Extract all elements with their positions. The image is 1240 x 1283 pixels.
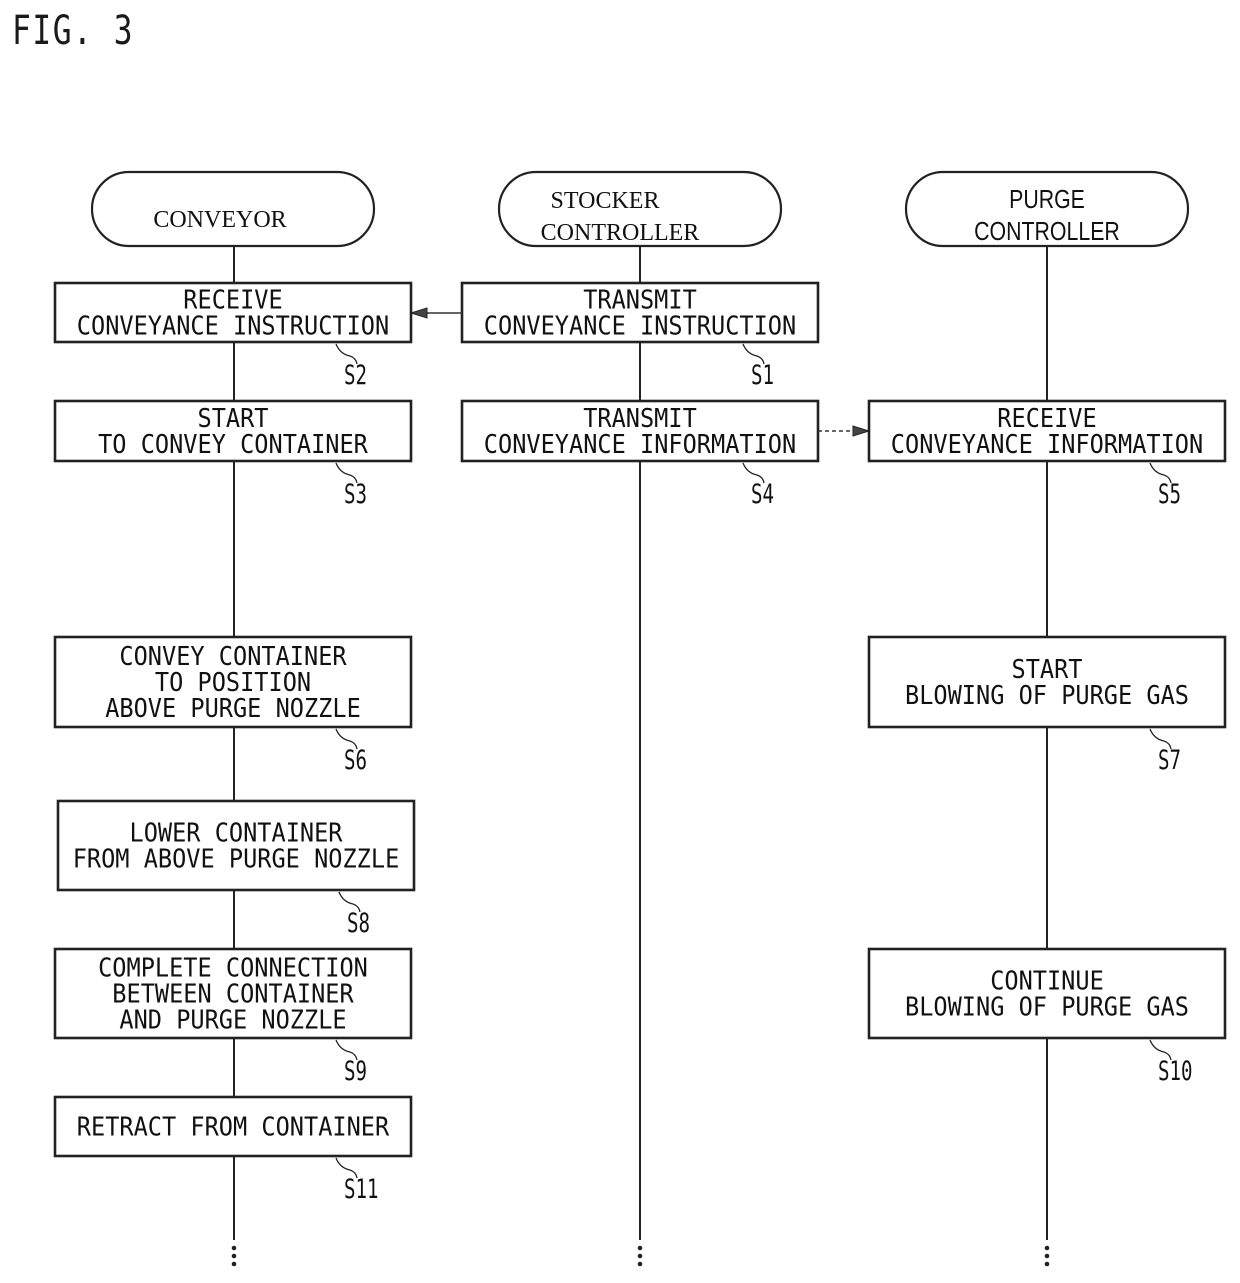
step-text: CONVEYANCE INFORMATION [891, 430, 1203, 460]
step-number-label: S10 [1158, 1056, 1193, 1087]
continuation-dot [231, 1253, 237, 1259]
step-text: AND PURGE NOZZLE [119, 1006, 346, 1036]
lane-label: CONTROLLER [974, 217, 1120, 247]
step-number-label: S11 [344, 1174, 379, 1205]
continuation-dot [231, 1245, 237, 1251]
lane-label: CONVEYOR [153, 207, 286, 233]
message-arrow-s4-s5 [818, 425, 871, 437]
step-number-label: S7 [1158, 745, 1181, 776]
lane-label: CONTROLLER [541, 220, 700, 246]
step-text: RETRACT FROM CONTAINER [77, 1113, 390, 1143]
message-arrow-s1-s2 [409, 307, 462, 319]
step-text: FROM ABOVE PURGE NOZZLE [73, 845, 400, 875]
continuation-dot [231, 1261, 237, 1267]
continuation-dot [637, 1253, 643, 1259]
lane-header-conveyor: CONVEYOR [90, 170, 376, 248]
step-number-label: S4 [751, 479, 774, 510]
step-text: CONVEYANCE INFORMATION [484, 430, 796, 460]
step-number-label: S3 [344, 479, 367, 510]
arrowhead-icon [852, 425, 871, 437]
continuation-dot [1044, 1253, 1050, 1259]
step-number-label: S9 [344, 1056, 367, 1087]
step-number-label: S6 [344, 745, 367, 776]
step-text: TO CONVEY CONTAINER [98, 430, 368, 460]
continuation-dot [1044, 1261, 1050, 1267]
step-number-label: S8 [347, 908, 370, 939]
step-text: ABOVE PURGE NOZZLE [105, 694, 361, 724]
lane-label: PURGE [1009, 185, 1085, 215]
step-text: CONVEYANCE INSTRUCTION [77, 312, 389, 342]
lane-label: STOCKER [551, 188, 660, 214]
step-number-label: S5 [1158, 479, 1181, 510]
sequence-diagram: CONVEYORSTOCKERCONTROLLERPURGECONTROLLER… [53, 170, 1227, 1267]
arrowhead-icon [409, 307, 428, 319]
step-number-label: S1 [751, 360, 774, 391]
lane-header-purge: PURGECONTROLLER [904, 170, 1190, 248]
step-text: BLOWING OF PURGE GAS [905, 993, 1189, 1023]
continuation-dot [637, 1261, 643, 1267]
step-text: CONVEYANCE INSTRUCTION [484, 312, 796, 342]
step-number-label: S2 [344, 360, 367, 391]
lane-header-stocker: STOCKER CONTROLLER [497, 170, 783, 248]
continuation-dot [637, 1245, 643, 1251]
step-s8: LOWER CONTAINERFROM ABOVE PURGE NOZZLES8 [56, 799, 416, 939]
step-text: BLOWING OF PURGE GAS [905, 681, 1189, 711]
continuation-dot [1044, 1245, 1050, 1251]
